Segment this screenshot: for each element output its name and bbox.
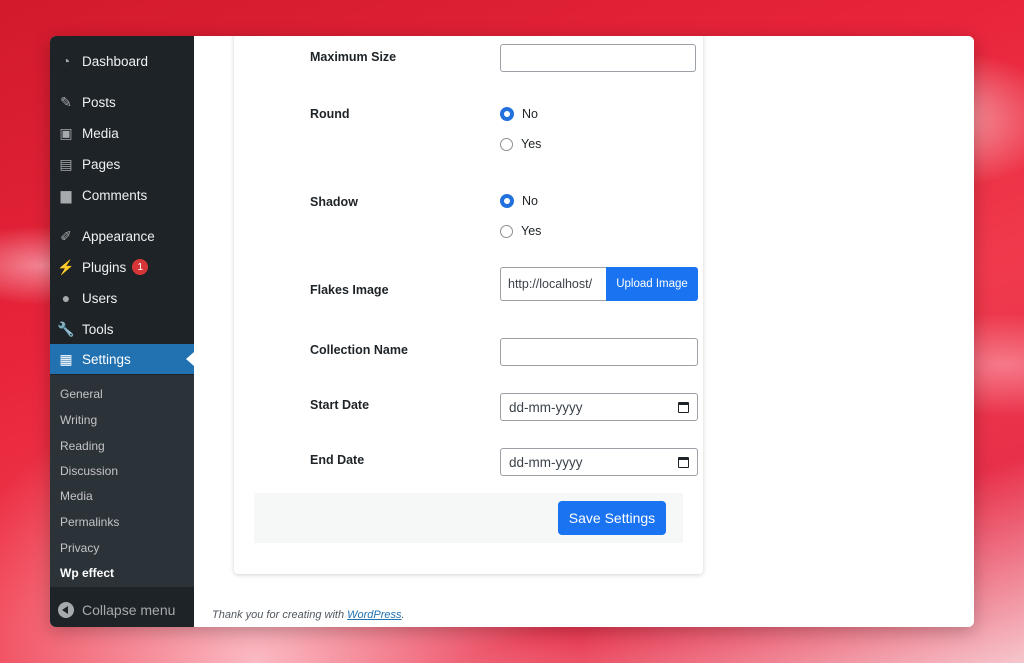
- radio-unchecked-icon[interactable]: [500, 137, 513, 151]
- start-date-label: Start Date: [310, 398, 370, 412]
- date-placeholder: dd-mm-yyyy: [509, 454, 583, 470]
- settings-card: Maximum Size Round No Yes Shadow No Yes …: [234, 36, 703, 574]
- collection-name-input[interactable]: [500, 338, 698, 366]
- submenu-item-wp-effect[interactable]: Wp effect: [60, 566, 114, 580]
- sidebar-item-pages[interactable]: ▤ Pages: [50, 149, 194, 179]
- submenu-item-reading[interactable]: Reading: [60, 439, 105, 453]
- save-settings-button[interactable]: Save Settings: [558, 501, 666, 535]
- sidebar-item-media[interactable]: ▣ Media: [50, 118, 194, 148]
- comment-icon: ▆: [60, 186, 72, 203]
- submenu-item-discussion[interactable]: Discussion: [60, 464, 118, 478]
- date-placeholder: dd-mm-yyyy: [509, 399, 583, 415]
- footer-thank-you: Thank you for creating with WordPress.: [212, 609, 405, 621]
- sidebar-item-label: Pages: [82, 156, 121, 172]
- submenu-item-writing[interactable]: Writing: [60, 413, 97, 427]
- flakes-image-group: http://localhost/ Upload Image: [500, 267, 698, 301]
- wrench-icon: 🔧: [57, 320, 75, 337]
- radio-label: No: [522, 107, 538, 121]
- submenu-item-privacy[interactable]: Privacy: [60, 541, 99, 555]
- sidebar-item-label: Media: [82, 125, 119, 141]
- plugin-update-badge: 1: [132, 259, 149, 275]
- sidebar-item-label: Posts: [82, 94, 116, 110]
- sidebar-item-users[interactable]: ● Users: [50, 283, 194, 313]
- max-size-label: Maximum Size: [310, 50, 397, 64]
- submenu-item-permalinks[interactable]: Permalinks: [60, 515, 119, 529]
- radio-label: Yes: [521, 224, 542, 238]
- plugin-icon: ⚡: [57, 258, 75, 275]
- sidebar-item-label: Plugins: [82, 259, 127, 275]
- end-date-input[interactable]: dd-mm-yyyy: [500, 448, 698, 476]
- collapse-menu-button[interactable]: Collapse menu: [50, 597, 194, 623]
- collection-name-label: Collection Name: [310, 343, 408, 357]
- round-option-yes[interactable]: Yes: [500, 137, 541, 151]
- round-option-no[interactable]: No: [500, 107, 538, 121]
- sidebar-item-posts[interactable]: ✎ Posts: [50, 87, 194, 117]
- sidebar-item-dashboard[interactable]: ◔ Dashboard: [50, 46, 194, 76]
- flakes-image-url-input[interactable]: http://localhost/: [500, 267, 606, 301]
- end-date-label: End Date: [310, 453, 365, 467]
- pages-icon: ▤: [59, 155, 73, 172]
- pin-icon: ✎: [60, 93, 72, 110]
- media-icon: ▣: [59, 124, 73, 141]
- sidebar-item-label: Appearance: [82, 228, 155, 244]
- dashboard-icon: ◔: [61, 53, 71, 69]
- radio-unchecked-icon[interactable]: [500, 224, 513, 238]
- radio-label: Yes: [521, 137, 542, 151]
- wordpress-link[interactable]: WordPress: [347, 609, 401, 621]
- radio-label: No: [522, 194, 538, 208]
- calendar-icon[interactable]: [678, 401, 689, 413]
- sidebar-item-label: Comments: [82, 187, 148, 203]
- collapse-arrow-icon: [58, 602, 74, 618]
- user-icon: ●: [61, 290, 71, 306]
- sidebar-item-label: Users: [82, 290, 118, 306]
- max-size-input[interactable]: [500, 44, 696, 72]
- submenu-item-media[interactable]: Media: [60, 489, 93, 503]
- browser-window: ◔ Dashboard ✎ Posts ▣ Media ▤ Pages ▆ Co…: [50, 36, 974, 627]
- upload-image-button[interactable]: Upload Image: [606, 267, 698, 301]
- shadow-label: Shadow: [310, 195, 358, 209]
- shadow-option-no[interactable]: No: [500, 194, 538, 208]
- calendar-icon[interactable]: [678, 456, 689, 468]
- footer-text: Thank you for creating with: [212, 609, 345, 621]
- sidebar-item-comments[interactable]: ▆ Comments: [50, 180, 194, 210]
- sidebar-item-label: Dashboard: [82, 53, 149, 69]
- radio-checked-icon[interactable]: [500, 194, 514, 208]
- sidebar-item-appearance[interactable]: ✐ Appearance: [50, 221, 194, 251]
- sidebar-item-label: Tools: [82, 321, 114, 337]
- sidebar-item-label: Settings: [82, 351, 131, 367]
- footer-period: .: [401, 609, 405, 621]
- start-date-input[interactable]: dd-mm-yyyy: [500, 393, 698, 421]
- settings-icon: ▦: [59, 350, 73, 367]
- round-label: Round: [310, 107, 350, 121]
- brush-icon: ✐: [60, 227, 72, 244]
- flakes-image-label: Flakes Image: [310, 283, 389, 297]
- sidebar-item-tools[interactable]: 🔧 Tools: [50, 314, 194, 344]
- shadow-option-yes[interactable]: Yes: [500, 224, 541, 238]
- collapse-menu-label: Collapse menu: [82, 602, 176, 618]
- radio-checked-icon[interactable]: [500, 107, 514, 121]
- sidebar-item-plugins[interactable]: ⚡ Plugins 1: [50, 252, 194, 282]
- sidebar-item-settings[interactable]: ▦ Settings: [50, 344, 194, 374]
- main-content: Maximum Size Round No Yes Shadow No Yes …: [194, 36, 974, 627]
- settings-submenu: General Writing Reading Discussion Media…: [50, 375, 194, 587]
- admin-sidebar: ◔ Dashboard ✎ Posts ▣ Media ▤ Pages ▆ Co…: [50, 36, 194, 627]
- submenu-item-general[interactable]: General: [60, 387, 103, 401]
